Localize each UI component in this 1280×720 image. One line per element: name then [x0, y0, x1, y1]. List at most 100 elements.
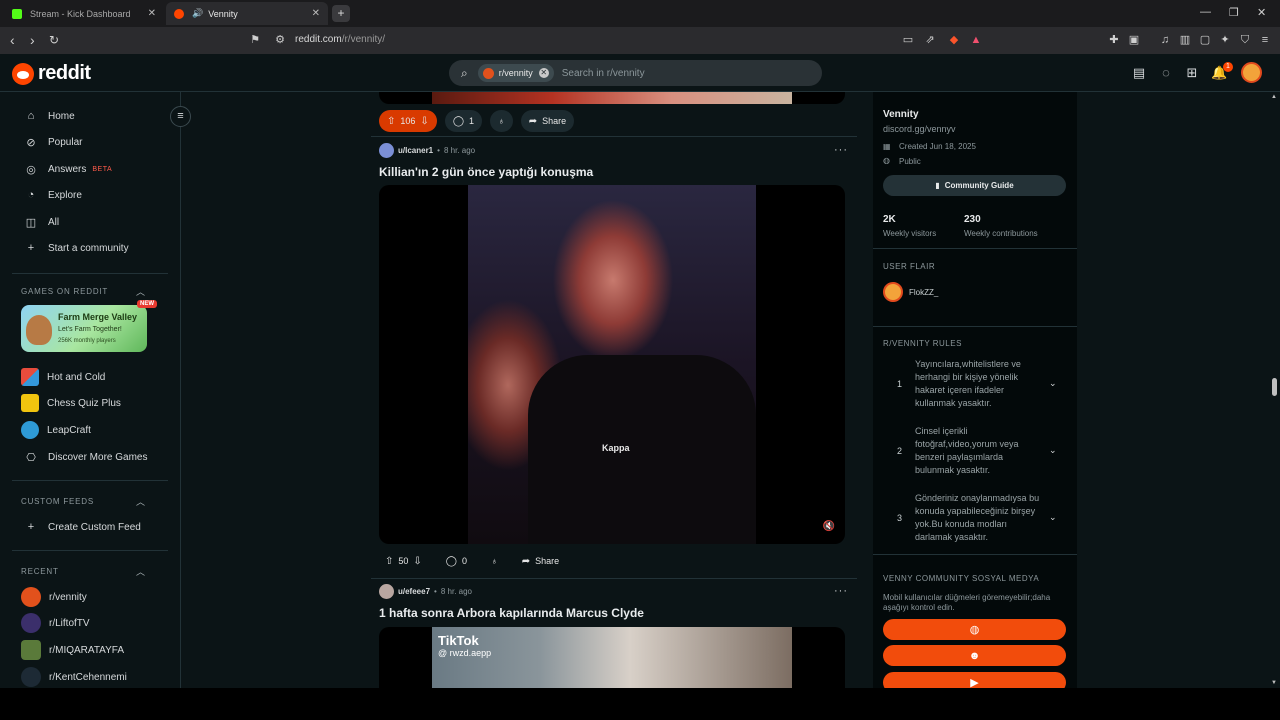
recent-kentcehennemi[interactable]: r/KentCehennemi	[21, 667, 127, 687]
notification-badge: 1	[1223, 62, 1233, 72]
upvote-icon[interactable]: ⇧	[385, 556, 393, 567]
recent-header[interactable]: RECENT	[21, 567, 59, 576]
tab-vennity[interactable]: 🔊 Vennity ✕	[166, 2, 328, 25]
chess-crown-icon	[21, 394, 39, 412]
new-tab-button[interactable]: +	[332, 5, 350, 22]
featured-game-title: Farm Merge Valley	[58, 312, 138, 322]
sidebar-item-popular[interactable]: ⊘ Popular	[24, 134, 82, 150]
games-section-header[interactable]: GAMES ON REDDIT	[21, 287, 108, 296]
game-leapcraft[interactable]: LeapCraft	[21, 421, 91, 439]
post-author[interactable]: u/Icaner1	[398, 146, 433, 155]
back-icon[interactable]: ‹	[10, 32, 15, 48]
youtube-button[interactable]: ▶	[883, 672, 1066, 688]
speaker-icon[interactable]: 🔊	[192, 8, 203, 19]
downvote-icon[interactable]: ⇩	[413, 556, 421, 567]
vpn-icon[interactable]: ⛉	[1238, 33, 1252, 47]
post-title[interactable]: 1 hafta sonra Arbora kapılarında Marcus …	[379, 606, 644, 620]
comments-button[interactable]: ◯ 0	[438, 550, 475, 572]
reload-icon[interactable]: ↻	[49, 32, 59, 48]
post-options-icon[interactable]: ···	[834, 144, 848, 156]
share-icon: ➦	[528, 115, 538, 127]
share-button[interactable]: ➦ Share	[514, 550, 567, 572]
cast-icon[interactable]: ▭	[901, 33, 915, 47]
sidebar-item-home[interactable]: ⌂ Home	[24, 108, 75, 124]
bookmark-icon[interactable]: ⚑	[248, 33, 262, 47]
comments-button[interactable]: ◯ 1	[444, 110, 483, 132]
brave-shield-icon[interactable]: ◆	[947, 33, 961, 47]
mute-icon[interactable]: 🔇	[822, 520, 836, 534]
url-host: reddit.com	[295, 34, 342, 45]
award-button[interactable]: ♁	[483, 550, 506, 572]
user-flair[interactable]: FlokZZ_	[909, 288, 938, 297]
search-bar[interactable]: ⌕ r/vennity ✕ Search in r/vennity	[449, 60, 822, 86]
chevron-up-icon[interactable]: ︿	[136, 565, 145, 578]
chevron-down-icon[interactable]: ⌄	[1049, 445, 1057, 456]
community-guide-button[interactable]: ▮ Community Guide	[883, 175, 1066, 196]
screenshot-icon[interactable]: ▣	[1127, 33, 1141, 47]
community-search-chip[interactable]: r/vennity ✕	[477, 64, 554, 82]
sidebar-item-explore[interactable]: ◔ Explore	[24, 187, 82, 203]
scrollbar-thumb[interactable]	[1272, 378, 1277, 396]
sidebar-item-answers[interactable]: ◎ Answers BETA	[24, 161, 112, 177]
chevron-down-icon[interactable]: ⌄	[1049, 378, 1057, 389]
recent-miqaratayfa[interactable]: r/MIQARATAYFA	[21, 640, 124, 660]
advertise-icon[interactable]: ▤	[1131, 65, 1147, 81]
sidebar-toggle-icon[interactable]: ▥	[1178, 33, 1192, 47]
collapse-sidebar-button[interactable]: ≡	[170, 106, 191, 127]
game-hot-and-cold[interactable]: Hot and Cold	[21, 368, 105, 386]
url-field[interactable]: reddit.com/r/vennity/	[295, 34, 385, 45]
award-button[interactable]: ♁	[490, 110, 513, 132]
divider	[873, 248, 1077, 249]
chevron-up-icon[interactable]: ︿	[136, 285, 145, 298]
scroll-up-arrow[interactable]: ▲	[1271, 94, 1277, 100]
reddit-logo[interactable]: reddit	[12, 62, 91, 85]
close-tab-icon[interactable]: ✕	[148, 8, 156, 19]
discover-more-games[interactable]: ⎔ Discover More Games	[24, 449, 147, 465]
share-page-icon[interactable]: ⇗	[923, 33, 937, 47]
downvote-icon[interactable]: ⇩	[420, 116, 428, 127]
sidebar-item-all[interactable]: ◫ All	[24, 214, 59, 230]
minimize-icon[interactable]: —	[1200, 6, 1211, 18]
share-button[interactable]: ➦ Share	[520, 110, 575, 132]
close-tab-icon[interactable]: ✕	[312, 8, 320, 19]
chevron-down-icon[interactable]: ⌄	[1049, 512, 1057, 523]
recent-vennity[interactable]: r/vennity	[21, 587, 87, 607]
brave-rewards-icon[interactable]: ▲	[969, 33, 983, 47]
leo-ai-icon[interactable]: ✦	[1218, 33, 1232, 47]
recent-liftoftv[interactable]: r/LiftofTV	[21, 613, 90, 633]
forward-icon[interactable]: ›	[30, 32, 35, 48]
post-options-icon[interactable]: ···	[834, 585, 848, 597]
post-video[interactable]: Kappa 🔇	[379, 185, 845, 544]
extensions-icon[interactable]: ✚	[1107, 33, 1121, 47]
scroll-down-arrow[interactable]: ▼	[1271, 680, 1277, 686]
search-input[interactable]: Search in r/vennity	[562, 68, 645, 79]
game-chess-quiz-plus[interactable]: Chess Quiz Plus	[21, 394, 121, 412]
site-settings-icon[interactable]: ⚙	[273, 33, 287, 47]
chat-icon[interactable]: ◌	[1158, 65, 1174, 81]
maximize-icon[interactable]: ❐	[1229, 6, 1239, 19]
discord-button[interactable]: ☻	[883, 645, 1066, 666]
tab-kick-dashboard[interactable]: Stream - Kick Dashboard ✕	[4, 2, 164, 25]
user-flair-header: USER FLAIR	[883, 262, 936, 271]
create-post-icon[interactable]: ⊞	[1184, 65, 1200, 81]
website-button[interactable]: ◍	[883, 619, 1066, 640]
featured-game-card[interactable]: Farm Merge Valley Let's Farm Together! 2…	[21, 305, 147, 352]
user-avatar[interactable]	[379, 584, 394, 599]
close-window-icon[interactable]: ✕	[1257, 6, 1266, 19]
user-avatar[interactable]	[1241, 62, 1262, 83]
wallet-icon[interactable]: ▢	[1198, 33, 1212, 47]
browser-tab-bar: Stream - Kick Dashboard ✕ 🔊 Vennity ✕ + …	[0, 0, 1280, 27]
post-title[interactable]: Killian'ın 2 gün önce yaptığı konuşma	[379, 165, 593, 179]
clear-chip-icon[interactable]: ✕	[538, 68, 549, 78]
post-author[interactable]: u/efeee7	[398, 587, 430, 596]
community-avatar	[21, 667, 41, 687]
custom-feeds-header[interactable]: CUSTOM FEEDS	[21, 497, 94, 506]
upvote-icon[interactable]: ⇧	[387, 116, 395, 127]
sidebar-item-start-community[interactable]: + Start a community	[24, 240, 129, 256]
menu-icon[interactable]: ≡	[1258, 33, 1272, 47]
post-video[interactable]: TikTok @ rwzd.aepp	[379, 627, 845, 688]
chevron-up-icon[interactable]: ︿	[136, 495, 145, 508]
create-custom-feed[interactable]: + Create Custom Feed	[24, 519, 141, 535]
user-avatar[interactable]	[379, 143, 394, 158]
music-icon[interactable]: ♫	[1158, 33, 1172, 47]
